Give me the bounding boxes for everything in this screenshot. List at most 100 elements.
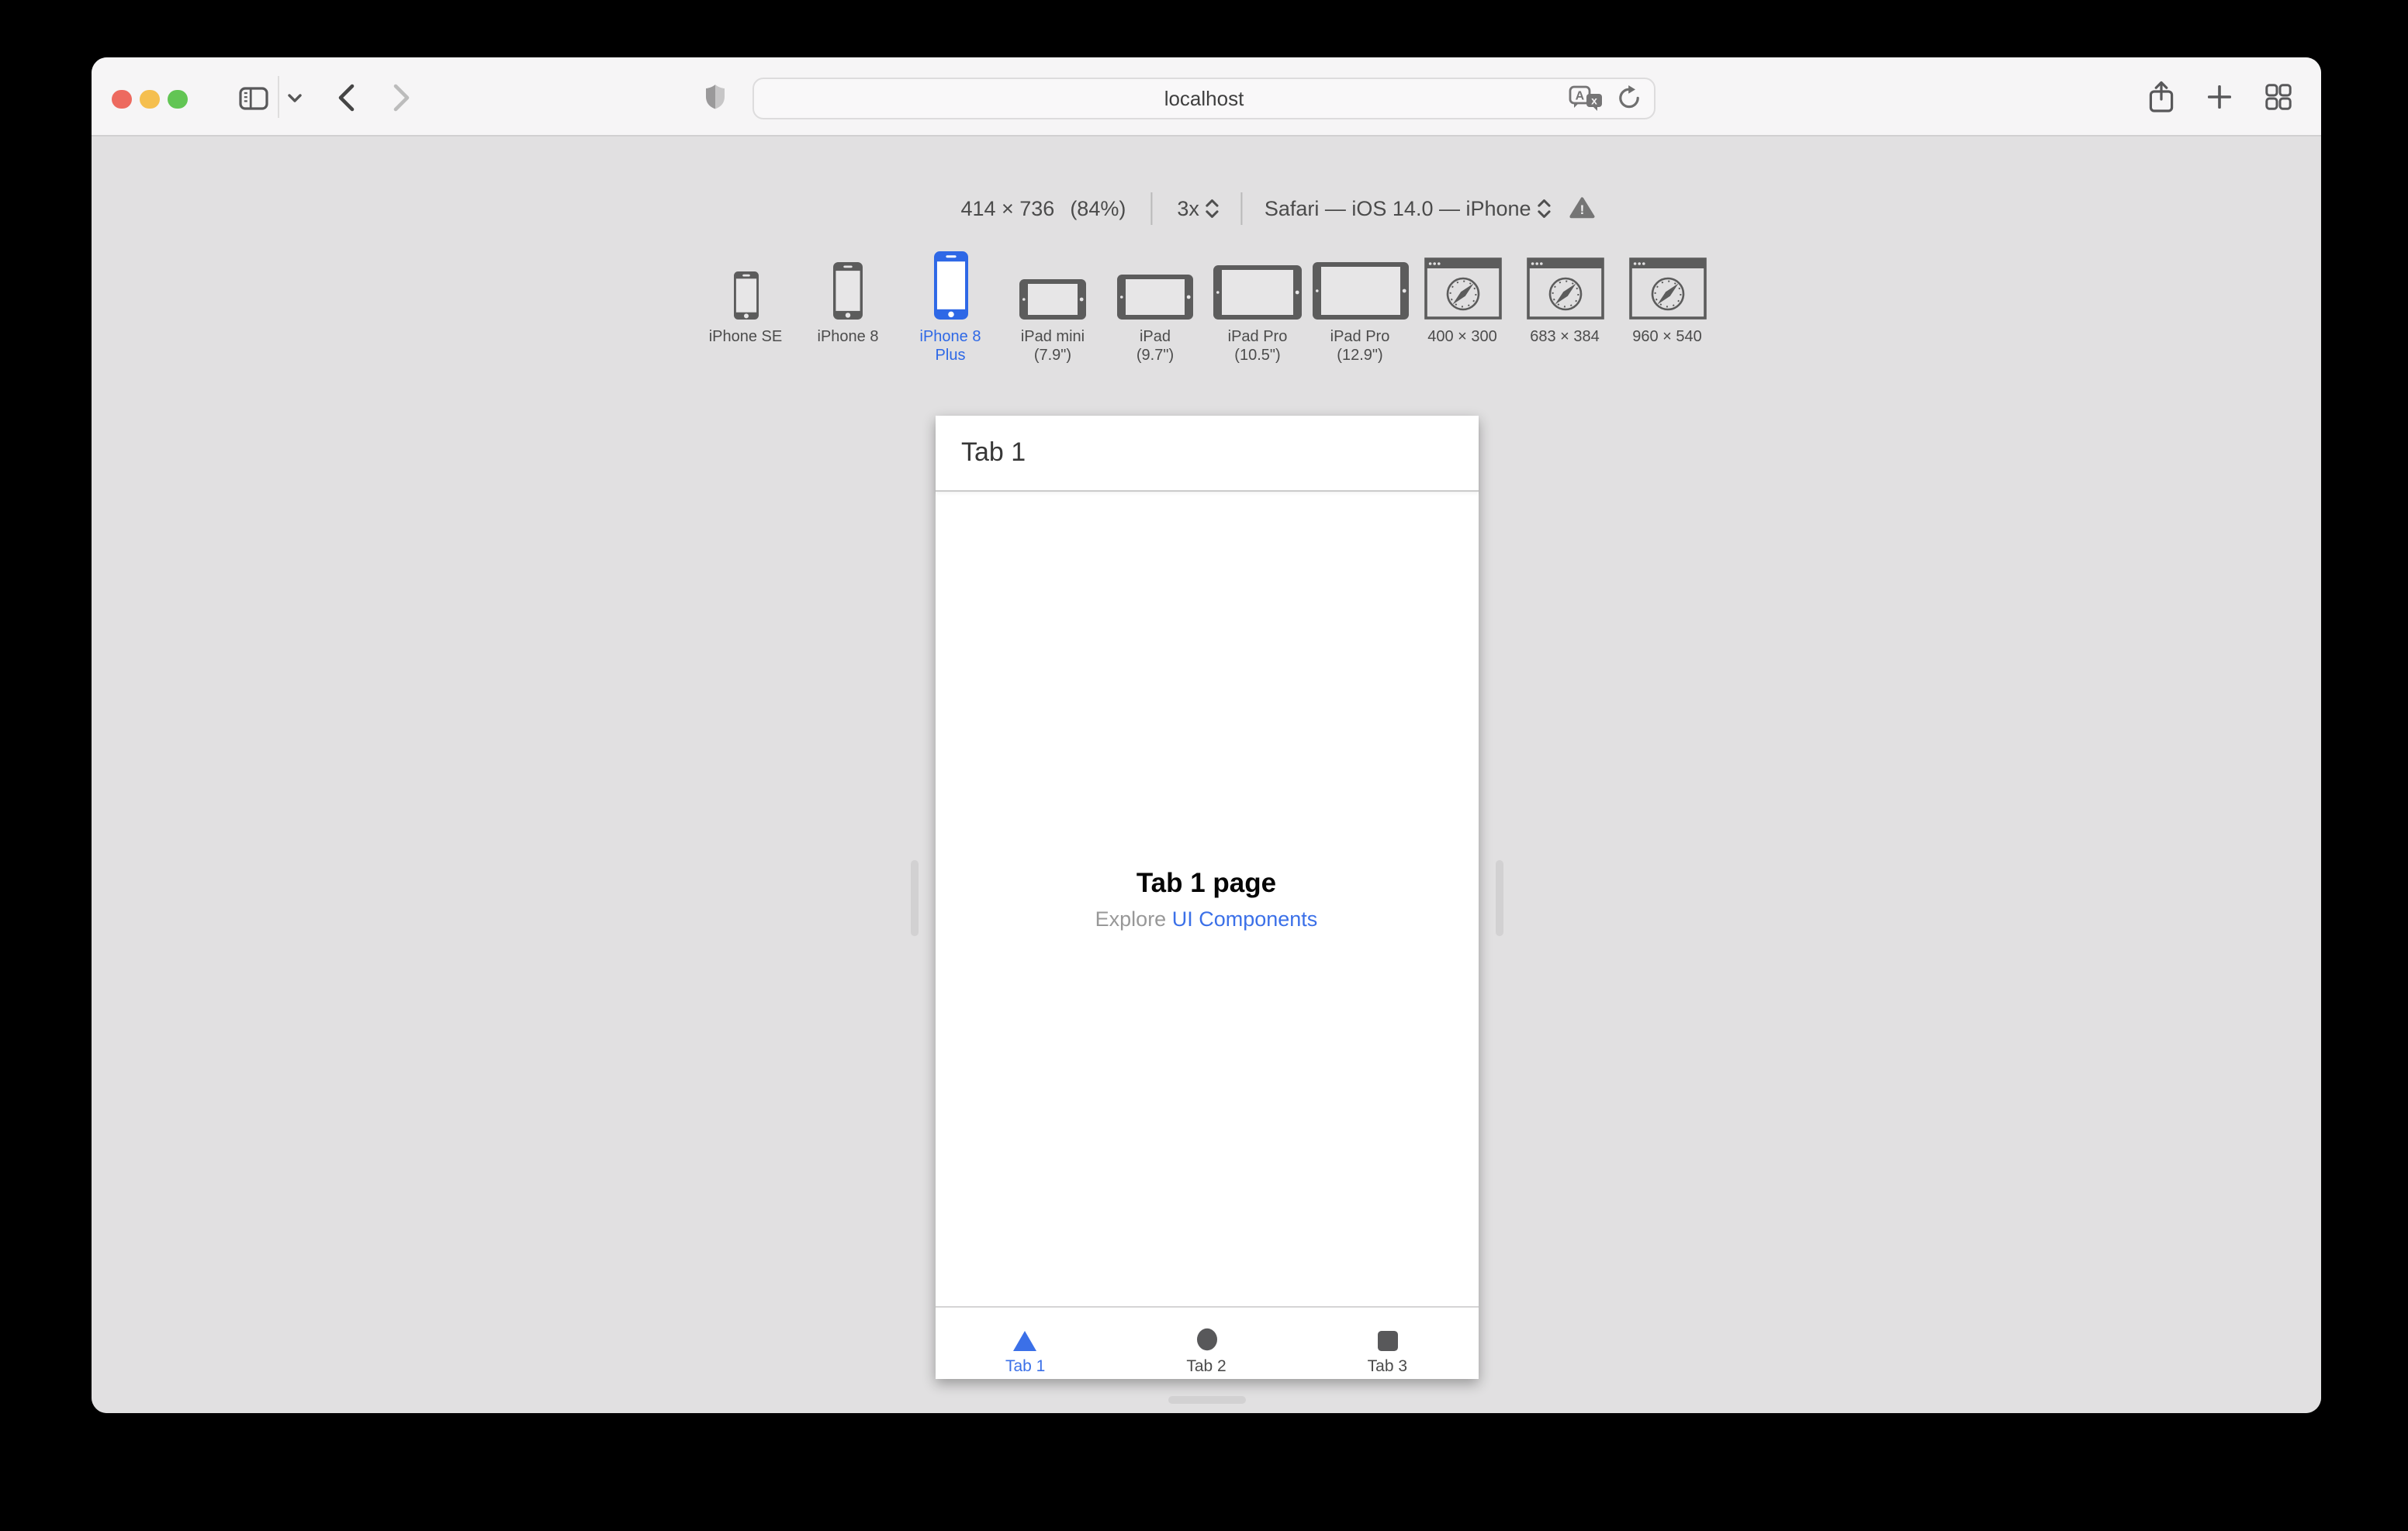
page-nav-header: Tab 1	[935, 416, 1478, 492]
tab-item-tab-1[interactable]: Tab 1	[935, 1308, 1116, 1379]
tablet-device-icon	[1117, 251, 1193, 320]
url-text: localhost	[1164, 86, 1244, 109]
tab-bar: Tab 1 Tab 2 Tab 3	[935, 1306, 1478, 1379]
reload-button[interactable]	[1617, 85, 1642, 110]
device-label: iPad mini (7.9")	[1020, 329, 1085, 364]
device-ipad-pro-10-5[interactable]: iPad Pro (10.5")	[1206, 251, 1309, 365]
tablet-device-icon	[1019, 251, 1086, 320]
up-down-stepper-icon	[1206, 199, 1219, 217]
preview-wrapper: Tab 1 Tab 1 page Explore UI Components T…	[910, 416, 1503, 1404]
tab-overview-button[interactable]	[2265, 84, 2292, 110]
svg-text:x: x	[1591, 93, 1597, 105]
pixel-ratio-stepper[interactable]: 3x	[1177, 196, 1220, 219]
device-iphone-8[interactable]: iPhone 8	[797, 251, 899, 365]
resize-handle-right[interactable]	[1495, 859, 1503, 935]
browser-device-icon	[1628, 251, 1706, 320]
device-label: iPhone 8	[817, 329, 879, 346]
toolbar-divider	[278, 76, 279, 118]
phone-device-icon	[933, 251, 967, 320]
resize-handle-bottom[interactable]	[1168, 1396, 1245, 1404]
device-label: 960 × 540	[1632, 329, 1702, 346]
phone-device-icon	[833, 251, 863, 320]
up-down-stepper-icon	[1538, 199, 1551, 217]
translate-icon: A x	[1569, 85, 1602, 110]
pixel-ratio-label: 3x	[1177, 196, 1199, 219]
device-ipad-mini-7-9[interactable]: iPad mini (7.9")	[1002, 251, 1104, 365]
rdm-content-area: 414 × 736 (84%) 3x Safari — iOS 14.0 — i…	[92, 138, 2321, 1413]
tab-label: Tab 2	[1186, 1357, 1226, 1376]
device-label: iPhone SE	[708, 329, 783, 346]
chevron-right-icon	[393, 84, 410, 112]
warning-icon: !	[1569, 197, 1595, 219]
device-label: iPad Pro (10.5")	[1227, 329, 1288, 364]
subtitle-text: Explore	[1095, 907, 1172, 931]
svg-text:!: !	[1580, 202, 1585, 217]
device-label: 683 × 384	[1530, 329, 1600, 346]
shield-icon	[706, 85, 725, 109]
browser-toolbar: localhost A x	[92, 57, 2321, 137]
device-label: iPad (9.7")	[1136, 329, 1175, 364]
sidebar-toggle-button[interactable]	[239, 86, 268, 109]
tab-circle-icon	[1195, 1328, 1217, 1351]
browser-device-icon	[1526, 251, 1604, 320]
address-bar[interactable]: localhost A x	[752, 77, 1656, 119]
reload-icon	[1619, 85, 1639, 109]
device-400-300[interactable]: 400 × 300	[1411, 251, 1514, 365]
device-label: iPad Pro (12.9")	[1330, 329, 1390, 364]
translate-button[interactable]: A x	[1569, 85, 1603, 111]
new-tab-button[interactable]	[2208, 85, 2231, 109]
screenshot-stage: localhost A x 414 × 736 (84%) 3x Safari …	[0, 0, 2408, 1531]
privacy-report-button[interactable]	[704, 84, 726, 110]
toolbar-right-cluster	[2149, 57, 2292, 137]
strip-divider	[1240, 192, 1243, 224]
zoom-window-button[interactable]	[168, 89, 187, 109]
chevron-down-icon	[288, 94, 302, 102]
device-iphone-8-plus[interactable]: iPhone 8 Plus	[899, 251, 1002, 365]
grid-icon	[2265, 84, 2292, 110]
strip-divider	[1150, 192, 1153, 224]
svg-text:A: A	[1576, 89, 1585, 102]
share-button[interactable]	[2149, 81, 2174, 113]
device-960-540[interactable]: 960 × 540	[1616, 251, 1718, 365]
minimize-window-button[interactable]	[140, 89, 159, 109]
device-label: iPhone 8 Plus	[919, 329, 981, 364]
tablet-device-icon	[1312, 251, 1408, 320]
rdm-status-strip: 414 × 736 (84%) 3x Safari — iOS 14.0 — i…	[960, 191, 1595, 225]
sidebar-icon	[239, 86, 268, 109]
share-icon	[2149, 81, 2174, 112]
tab-item-tab-3[interactable]: Tab 3	[1297, 1308, 1478, 1379]
resize-handle-left[interactable]	[910, 859, 918, 935]
device-row: iPhone SE iPhone 8 iPhone 8 Plus iPad min…	[92, 251, 2321, 365]
traffic-lights	[112, 89, 187, 109]
chevron-left-icon	[338, 84, 355, 112]
close-window-button[interactable]	[112, 89, 131, 109]
device-ipad-9-7[interactable]: iPad (9.7")	[1104, 251, 1206, 365]
tab-triangle-icon	[1013, 1328, 1037, 1351]
plus-icon	[2208, 85, 2231, 109]
tab-item-tab-2[interactable]: Tab 2	[1116, 1308, 1296, 1379]
user-agent-label: Safari — iOS 14.0 — iPhone	[1264, 196, 1531, 219]
tab-square-icon	[1377, 1328, 1398, 1351]
page-body: Tab 1 page Explore UI Components	[935, 492, 1478, 1306]
phone-device-icon	[733, 251, 758, 320]
tab-label: Tab 1	[1005, 1357, 1046, 1376]
ui-components-link[interactable]: UI Components	[1172, 907, 1318, 931]
viewport-size-label: 414 × 736	[960, 196, 1055, 219]
tab-label: Tab 3	[1367, 1357, 1408, 1376]
console-warning-button[interactable]: !	[1569, 197, 1595, 219]
tablet-device-icon	[1213, 251, 1302, 320]
nav-title: Tab 1	[961, 437, 1026, 467]
device-iphone-se[interactable]: iPhone SE	[694, 251, 797, 365]
page-title: Tab 1 page	[1136, 867, 1277, 898]
user-agent-selector[interactable]: Safari — iOS 14.0 — iPhone	[1265, 196, 1552, 219]
device-683-384[interactable]: 683 × 384	[1514, 251, 1616, 365]
safari-window: localhost A x 414 × 736 (84%) 3x Safari …	[92, 57, 2321, 1413]
forward-button[interactable]	[393, 84, 411, 112]
back-button[interactable]	[337, 84, 355, 112]
address-bar-icons: A x	[1569, 78, 1642, 117]
sidebar-menu-button[interactable]	[287, 93, 303, 104]
device-ipad-pro-12-9[interactable]: iPad Pro (12.9")	[1309, 251, 1411, 365]
page-subtitle: Explore UI Components	[1095, 907, 1318, 931]
zoom-percent-label: (84%)	[1070, 196, 1126, 219]
browser-device-icon	[1424, 251, 1501, 320]
